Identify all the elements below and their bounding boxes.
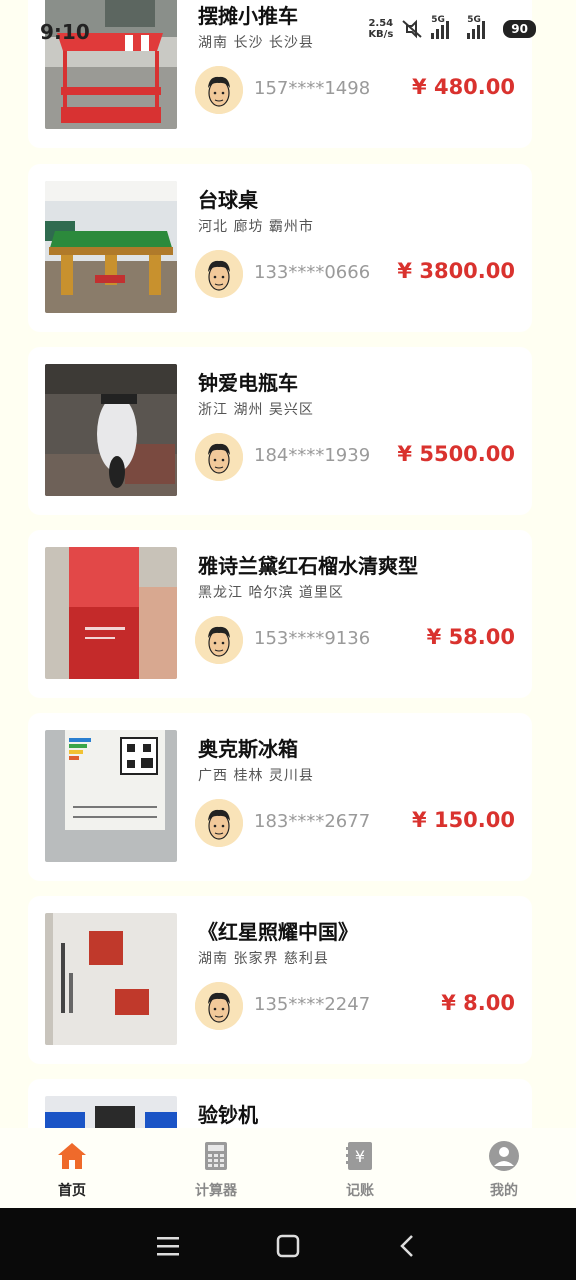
listing-price: ¥ 5500.00 [397, 442, 515, 466]
listing-card[interactable]: 钟爱电瓶车 浙江 湖州 吴兴区 184****1939 ¥ 5500.00 [28, 347, 532, 515]
seller-phone: 183****2677 [254, 811, 371, 832]
listing-card[interactable]: 奥克斯冰箱 广西 桂林 灵川县 183****2677 ¥ 150.00 [28, 713, 532, 881]
tab-label: 计算器 [195, 1183, 237, 1199]
listing-location: 广西 桂林 灵川县 [198, 768, 314, 784]
listing-card[interactable]: 台球桌 河北 廊坊 霸州市 133****0666 ¥ 3800.00 [28, 164, 532, 332]
seller-avatar [195, 982, 243, 1030]
listing-title: 摆摊小推车 [198, 4, 298, 28]
seller-avatar [195, 799, 243, 847]
listing-title: 钟爱电瓶车 [198, 371, 298, 395]
listing-price: ¥ 150.00 [412, 808, 515, 832]
seller-avatar [195, 66, 243, 114]
tab-ledger[interactable]: ¥ 记账 [320, 1140, 400, 1200]
listing-price: ¥ 58.00 [426, 625, 515, 649]
ledger-icon: ¥ [346, 1142, 372, 1170]
seller-phone: 153****9136 [254, 628, 371, 649]
listing-image-book [45, 913, 177, 1045]
tab-calculator[interactable]: 计算器 [176, 1140, 256, 1200]
profile-icon [489, 1141, 519, 1171]
listing-location: 湖南 长沙 长沙县 [198, 35, 314, 51]
seller-phone: 135****2247 [254, 994, 371, 1015]
seller-phone: 157****1498 [254, 78, 371, 99]
listing-price: ¥ 480.00 [412, 75, 515, 99]
seller-avatar [195, 433, 243, 481]
listing-price: ¥ 8.00 [441, 991, 515, 1015]
tab-profile[interactable]: 我的 [464, 1140, 544, 1200]
seller-avatar [195, 616, 243, 664]
tab-home[interactable]: 首页 [32, 1140, 112, 1200]
menu-icon[interactable] [152, 1230, 184, 1262]
system-nav-bar [0, 1208, 576, 1280]
seller-avatar [195, 250, 243, 298]
listing-image-bottle [45, 547, 177, 679]
listing-title: 雅诗兰黛红石榴水清爽型 [198, 554, 418, 578]
listing-title: 台球桌 [198, 188, 258, 212]
listing-location: 黑龙江 哈尔滨 道里区 [198, 585, 344, 601]
listing-title: 奥克斯冰箱 [198, 737, 298, 761]
tab-label: 我的 [490, 1183, 518, 1199]
tab-label: 记账 [346, 1183, 374, 1199]
tab-label: 首页 [58, 1183, 86, 1199]
listing-card[interactable]: 雅诗兰黛红石榴水清爽型 黑龙江 哈尔滨 道里区 153****9136 ¥ 58… [28, 530, 532, 698]
listing-title: 验钞机 [198, 1103, 258, 1127]
back-icon[interactable] [392, 1230, 424, 1262]
seller-phone: 184****1939 [254, 445, 371, 466]
listing-image-fridge [45, 730, 177, 862]
listing-image-cart [45, 0, 177, 129]
home-icon [58, 1143, 86, 1169]
calculator-icon [205, 1142, 227, 1170]
listing-card[interactable]: 摆摊小推车 湖南 长沙 长沙县 157****1498 ¥ 480.00 [28, 0, 532, 148]
listing-location: 湖南 张家界 慈利县 [198, 951, 329, 967]
listing-card[interactable]: 《红星照耀中国》 湖南 张家界 慈利县 135****2247 ¥ 8.00 [28, 896, 532, 1064]
svg-text:¥: ¥ [355, 1147, 365, 1166]
bottom-tab-bar: 首页 计算器 ¥ 记账 我的 [0, 1128, 576, 1208]
listing-price: ¥ 3800.00 [397, 259, 515, 283]
home-nav-icon[interactable] [272, 1230, 304, 1262]
listing-image-pool-table [45, 181, 177, 313]
listing-image-scooter [45, 364, 177, 496]
listing-location: 浙江 湖州 吴兴区 [198, 402, 314, 418]
listing-location: 河北 廊坊 霸州市 [198, 219, 314, 235]
seller-phone: 133****0666 [254, 262, 371, 283]
listing-title: 《红星照耀中国》 [198, 920, 358, 944]
